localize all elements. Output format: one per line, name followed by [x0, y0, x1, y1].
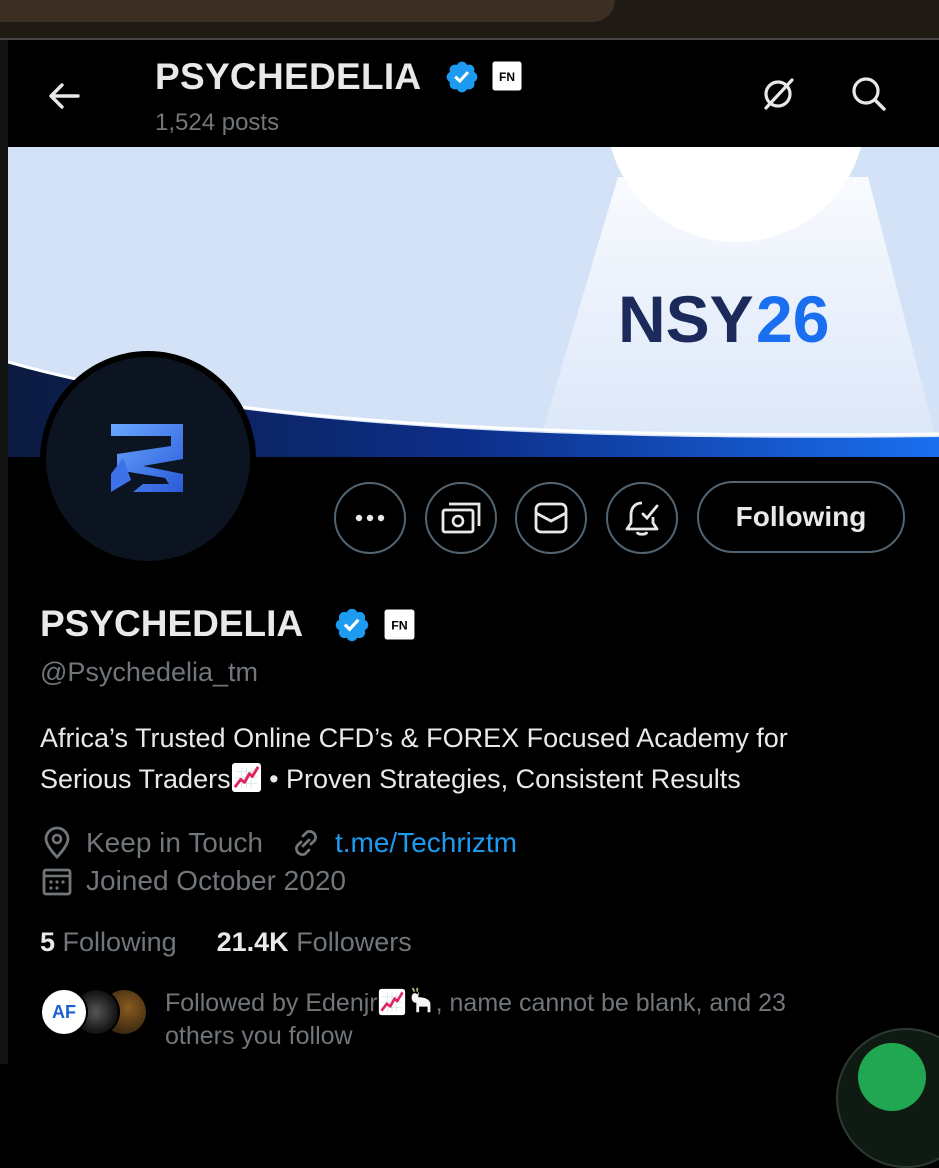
svg-text:FN: FN	[499, 70, 515, 84]
profile-handle: @Psychedelia_tm	[40, 657, 259, 687]
verified-icon	[446, 61, 478, 93]
back-arrow-icon	[49, 83, 80, 109]
subscribe-button[interactable]	[425, 482, 497, 554]
bio-line-2: Serious Traders • Proven Strategies, Con…	[40, 759, 910, 800]
profile-joined: Joined October 2020	[40, 864, 346, 898]
followed-by-line1: Followed by Edenjr	[165, 989, 378, 1017]
follower-avatar-1: AF	[40, 988, 88, 1036]
location-text: Keep in Touch	[86, 827, 263, 858]
followed-by-line2: others you follow	[165, 1022, 353, 1050]
grok-icon	[764, 78, 794, 110]
bio-line-1: Africa’s Trusted Online CFD’s & FOREX Fo…	[40, 723, 788, 753]
followers-count: 21.4K	[216, 927, 289, 957]
avatar-logo	[46, 357, 250, 561]
grok-button[interactable]	[758, 73, 798, 113]
back-button[interactable]	[44, 76, 84, 116]
chart-up-emoji	[231, 762, 261, 793]
profile-location: Keep in Touch t.me/Techriztm	[40, 826, 517, 860]
followers-label: Followers	[296, 927, 412, 957]
calendar-icon	[42, 868, 72, 896]
location-icon	[44, 826, 70, 859]
goat-emoji	[411, 987, 430, 1013]
followers-count-link[interactable]: 21.4K Followers	[217, 927, 412, 958]
banner-logo-text: NSY	[618, 282, 754, 356]
link-icon	[295, 830, 317, 856]
more-button[interactable]	[334, 482, 406, 554]
followed-by-avatars[interactable]: AF	[40, 988, 150, 1038]
message-button[interactable]	[515, 482, 587, 554]
psychedelia-logo-icon	[111, 424, 183, 492]
following-count: 5	[40, 927, 56, 957]
followed-by-line1-rest: , name cannot be blank, and 23	[435, 989, 786, 1017]
header-posts-count: 1,524 posts	[155, 109, 280, 136]
bio-text-2: • Proven Strategies, Consistent Results	[261, 764, 741, 794]
profile-header-bar: PSYCHEDELIA FN 1,524 posts	[8, 40, 939, 147]
affiliate-badge-icon[interactable]: FN	[383, 608, 416, 641]
chart-up-emoji	[378, 988, 405, 1016]
joined-text: Joined October 2020	[86, 865, 346, 896]
following-count-link[interactable]: 5 Following	[40, 927, 177, 958]
browser-tab[interactable]	[0, 0, 615, 22]
avatar[interactable]	[40, 351, 256, 567]
search-icon	[852, 77, 886, 111]
affiliate-badge-icon[interactable]: FN	[491, 60, 523, 92]
follower-avatar-1-text: AF	[52, 1001, 76, 1022]
search-button[interactable]	[848, 73, 888, 113]
browser-top-strip	[0, 0, 939, 40]
following-button[interactable]: Following	[697, 481, 905, 553]
bio-text: Serious Traders	[40, 764, 231, 794]
message-icon	[534, 502, 568, 534]
floating-action-indicator	[858, 1043, 926, 1111]
profile-name: PSYCHEDELIA	[40, 603, 304, 644]
header-title: PSYCHEDELIA	[155, 56, 422, 97]
website-link[interactable]: t.me/Techriztm	[335, 827, 517, 859]
following-label: Following	[62, 927, 177, 957]
notification-icon	[625, 501, 659, 536]
profile-bio: Africa’s Trusted Online CFD’s & FOREX Fo…	[40, 718, 910, 800]
svg-text:FN: FN	[391, 619, 408, 633]
more-icon	[355, 514, 385, 522]
banner-logo-year: 26	[756, 282, 829, 356]
profile-stats: 5 Following 21.4K Followers	[40, 927, 412, 958]
followed-by-text[interactable]: Followed by Edenjr , name cannot be blank…	[165, 986, 885, 1053]
frame-left-edge	[0, 40, 8, 1064]
subscribe-icon	[441, 502, 481, 534]
verified-icon[interactable]	[333, 606, 371, 644]
notification-button[interactable]	[606, 482, 678, 554]
